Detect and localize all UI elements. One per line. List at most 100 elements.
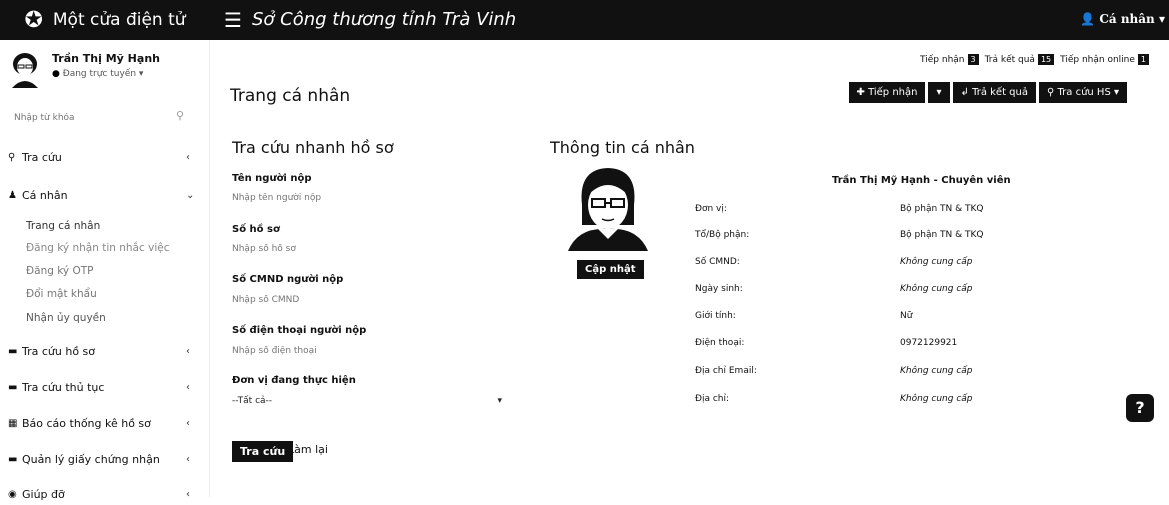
return-icon: ↲: [960, 87, 973, 98]
count-online-label: Tiếp nhận online: [1060, 55, 1135, 65]
search-icon[interactable]: ⚲: [176, 109, 184, 122]
sidebar-item-personal[interactable]: ♟ Cá nhân ⌄: [0, 184, 210, 206]
chevron-left-icon: ‹: [186, 417, 190, 429]
chevron-left-icon: ‹: [186, 381, 190, 393]
list-icon: ▬: [8, 381, 18, 393]
sidebar-item-label: Tra cứu hồ sơ: [22, 344, 96, 358]
user-name: Trần Thị Mỹ Hạnh: [52, 52, 160, 65]
receive-button-label: Tiếp nhận: [868, 87, 918, 98]
sidebar-item-help[interactable]: ◉ Giúp đỡ ‹: [0, 483, 210, 505]
record-number-input[interactable]: [232, 241, 502, 257]
caret-down-icon: ▾: [497, 396, 502, 406]
certificate-icon: ▬: [8, 453, 18, 465]
sidebar-subitem-password[interactable]: Đổi mật khẩu: [26, 288, 97, 300]
main-content: Tiếp nhận 3 Trả kết quả 15 Tiếp nhận onlin…: [210, 40, 1169, 497]
phone-label: Số điện thoại người nộp: [232, 325, 367, 336]
sidebar-item-search[interactable]: ⚲ Tra cứu ‹: [0, 146, 210, 168]
brand-label: Một cửa điện tử: [52, 10, 186, 30]
id-number-label: Số CMND người nộp: [232, 274, 344, 285]
reset-button[interactable]: Làm lại: [288, 443, 328, 456]
sidebar-search-input[interactable]: [14, 110, 194, 126]
lookup-button[interactable]: ⚲ Tra cứu HS ▾: [1039, 82, 1127, 103]
search-button[interactable]: Tra cứu: [232, 441, 294, 462]
unit-label: Đơn vị đang thực hiện: [232, 375, 356, 386]
applicant-name-label: Tên người nộp: [232, 173, 312, 184]
applicant-name-input[interactable]: [232, 190, 502, 206]
sidebar-item-label: Tra cứu: [22, 150, 62, 164]
search-icon: ⚲: [8, 151, 16, 163]
chevron-left-icon: ‹: [186, 488, 190, 500]
receive-button[interactable]: ✚ Tiếp nhận: [848, 82, 926, 103]
sidebar-item-label: Giúp đỡ: [22, 487, 65, 501]
receive-dropdown-button[interactable]: ▾: [928, 82, 950, 103]
sidebar-subitem-delegation[interactable]: Nhận ủy quyền: [26, 312, 106, 324]
sidebar-item-reports[interactable]: ▦ Báo cáo thống kê hồ sơ ‹: [0, 412, 210, 434]
online-dot-icon: ●: [52, 69, 63, 79]
chart-icon: ▦: [8, 417, 18, 429]
lookup-button-label: Tra cứu HS: [1057, 87, 1111, 98]
chevron-left-icon: ‹: [186, 453, 190, 465]
info-label-address: Địa chỉ:: [695, 394, 730, 404]
info-label-unit: Đơn vị:: [695, 204, 727, 214]
help-button[interactable]: ?: [1126, 394, 1154, 422]
info-label-id-number: Số CMND:: [695, 257, 740, 267]
chevron-left-icon: ‹: [186, 345, 190, 357]
return-result-label: Trả kết quả: [972, 87, 1028, 98]
caret-down-icon: ▾: [1158, 12, 1165, 26]
quick-search-title: Tra cứu nhanh hồ sơ: [232, 138, 394, 157]
info-label-birthday: Ngày sinh:: [695, 284, 743, 294]
system-title: Sở Công thương tỉnh Trà Vinh: [252, 9, 517, 30]
chevron-left-icon: ‹: [186, 151, 190, 163]
count-return[interactable]: Trả kết quả 15: [985, 54, 1055, 65]
phone-input[interactable]: [232, 343, 502, 359]
id-number-input[interactable]: [232, 292, 502, 308]
sidebar-item-records[interactable]: ▬ Tra cứu hồ sơ ‹: [0, 340, 210, 362]
sidebar-item-certificates[interactable]: ▬ Quản lý giấy chứng nhận ‹: [0, 448, 210, 470]
sidebar-item-label: Tra cứu thủ tục: [22, 380, 105, 394]
info-value-unit: Bộ phận TN & TKQ: [900, 204, 984, 214]
record-number-label: Số hồ sơ: [232, 224, 280, 235]
info-value-department: Bộ phận TN & TKQ: [900, 230, 984, 240]
search-icon: ⚲: [1047, 87, 1058, 98]
sidebar-item-label: Cá nhân: [22, 188, 68, 202]
unit-select[interactable]: --Tất cả-- ▾: [232, 396, 502, 406]
count-receive[interactable]: Tiếp nhận 3: [920, 54, 979, 65]
full-name: Trần Thị Mỹ Hạnh - Chuyên viên: [832, 175, 1011, 186]
update-profile-button[interactable]: Cập nhật: [577, 260, 644, 279]
info-value-birthday: Không cung cấp: [900, 284, 973, 294]
user-menu-label: Cá nhân: [1099, 12, 1155, 26]
info-label-email: Địa chỉ Email:: [695, 366, 757, 376]
info-label-gender: Giới tính:: [695, 311, 736, 321]
return-result-button[interactable]: ↲ Trả kết quả: [952, 82, 1036, 103]
count-receive-badge: 3: [967, 54, 979, 65]
info-value-phone: 0972129921: [900, 338, 958, 348]
action-buttons: ✚ Tiếp nhận ▾ ↲ Trả kết quả ⚲ Tra cứu HS…: [848, 82, 1127, 103]
status-counts: Tiếp nhận 3 Trả kết quả 15 Tiếp nhận onlin…: [920, 54, 1149, 65]
user-status-label: Đang trực tuyến: [62, 69, 137, 79]
folder-icon: ▬: [8, 345, 18, 357]
user-icon: ♟: [8, 189, 17, 201]
brand-logo[interactable]: ✪ Một cửa điện tử: [0, 0, 210, 40]
sidebar: Trần Thị Mỹ Hạnh ● Đang trực tuyến ▾ ⚲ ⚲…: [0, 40, 210, 501]
count-receive-label: Tiếp nhận: [920, 55, 965, 65]
unit-select-value: --Tất cả--: [232, 396, 273, 406]
sidebar-subitem-otp[interactable]: Đăng ký OTP: [26, 265, 94, 277]
user-status[interactable]: ● Đang trực tuyến ▾: [52, 69, 143, 79]
hamburger-menu-icon[interactable]: ☰: [224, 8, 242, 32]
user-menu[interactable]: 👤 Cá nhân ▾: [1080, 12, 1165, 26]
caret-down-icon: ▾: [936, 87, 942, 98]
info-value-gender: Nữ: [900, 311, 913, 321]
info-label-department: Tổ/Bộ phận:: [695, 230, 750, 240]
sidebar-subitem-profile[interactable]: Trang cá nhân: [26, 220, 100, 232]
count-return-label: Trả kết quả: [984, 55, 1035, 65]
sidebar-subitem-notify[interactable]: Đăng ký nhận tin nhắc việc: [26, 242, 169, 254]
info-value-email: Không cung cấp: [900, 366, 973, 376]
plus-icon: ✚: [856, 87, 869, 98]
avatar: [12, 53, 38, 88]
chevron-down-icon: ⌄: [186, 189, 195, 201]
count-online-badge: 1: [1137, 54, 1149, 65]
count-online[interactable]: Tiếp nhận online 1: [1060, 54, 1149, 65]
personal-info-title: Thông tin cá nhân: [550, 138, 695, 157]
sidebar-item-label: Báo cáo thống kê hồ sơ: [22, 416, 151, 430]
sidebar-item-procedures[interactable]: ▬ Tra cứu thủ tục ‹: [0, 376, 210, 398]
